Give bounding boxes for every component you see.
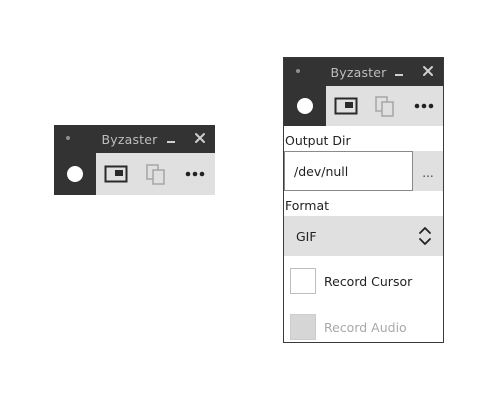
record-circle-icon: [297, 98, 313, 114]
record-audio-label: Record Audio: [324, 319, 407, 335]
more-button[interactable]: [404, 86, 443, 126]
minimize-button[interactable]: [392, 64, 406, 78]
large-window: Byzaster Output Dir /dev/null ... Format…: [283, 57, 444, 343]
format-select[interactable]: GIF: [284, 216, 443, 256]
record-cursor-label: Record Cursor: [324, 273, 413, 289]
copy-button[interactable]: [136, 153, 176, 195]
toolbar: [284, 86, 443, 126]
browse-button[interactable]: ...: [413, 151, 443, 191]
record-button[interactable]: [284, 86, 326, 126]
output-dir-label: Output Dir: [285, 133, 351, 148]
record-audio-row: Record Audio: [290, 312, 443, 342]
select-window-button[interactable]: [326, 86, 365, 126]
chevron-up-down-icon: [419, 227, 431, 245]
record-cursor-checkbox[interactable]: [290, 268, 316, 294]
copy-icon: [145, 164, 165, 185]
format-selected-value: GIF: [296, 228, 317, 244]
close-icon: [195, 133, 205, 143]
more-icon: [185, 171, 205, 177]
small-window: Byzaster: [54, 125, 215, 195]
record-audio-checkbox: [290, 314, 316, 340]
format-label: Format: [285, 198, 330, 213]
window-title: Byzaster: [101, 132, 158, 147]
more-icon: [414, 103, 433, 109]
record-button[interactable]: [54, 153, 96, 195]
window-icon: [104, 165, 128, 183]
close-icon: [423, 66, 433, 76]
output-dir-field[interactable]: /dev/null: [284, 151, 413, 191]
record-circle-icon: [67, 166, 83, 182]
copy-button[interactable]: [365, 86, 404, 126]
record-cursor-row[interactable]: Record Cursor: [290, 266, 443, 296]
minimize-button[interactable]: [164, 131, 178, 145]
title-bar[interactable]: Byzaster: [54, 125, 215, 153]
toolbar: [54, 153, 215, 195]
output-dir-row: /dev/null ...: [284, 151, 443, 191]
title-bar[interactable]: Byzaster: [284, 58, 443, 86]
close-button[interactable]: [192, 130, 208, 146]
window-icon: [334, 97, 357, 115]
more-button[interactable]: [175, 153, 215, 195]
copy-icon: [374, 96, 394, 117]
close-button[interactable]: [420, 63, 436, 79]
select-window-button[interactable]: [96, 153, 136, 195]
